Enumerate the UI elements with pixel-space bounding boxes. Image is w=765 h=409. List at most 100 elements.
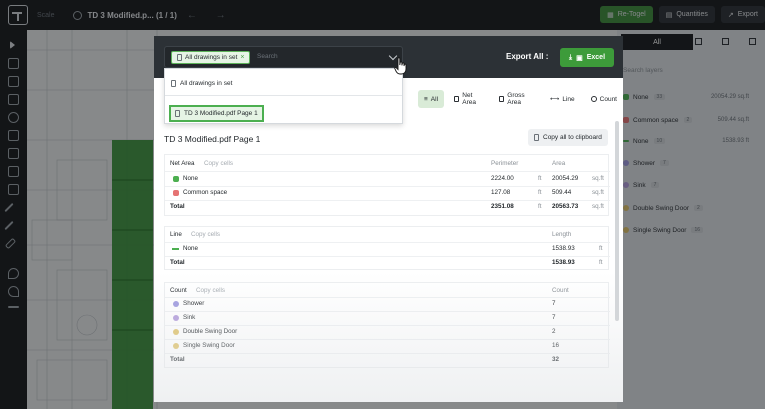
table-header: Count Copy cells Count bbox=[165, 284, 610, 298]
row-perimeter: 127.08 bbox=[491, 189, 511, 196]
row-count: 7 bbox=[552, 314, 556, 321]
row-length: 1538.93 bbox=[552, 245, 575, 252]
row-count: 16 bbox=[552, 342, 560, 349]
net-area-icon bbox=[454, 96, 460, 102]
table-row: Double Swing Door 2 bbox=[165, 325, 610, 339]
total-row: Total 2351.08 ft 20563.73 sq.ft bbox=[165, 200, 610, 214]
menu-item-label: All drawings in set bbox=[180, 79, 233, 87]
document-icon bbox=[171, 79, 176, 87]
row-name: None bbox=[183, 245, 199, 252]
row-area: 20054.29 bbox=[552, 175, 579, 182]
row-name: Double Swing Door bbox=[183, 328, 238, 335]
excel-label: Excel bbox=[586, 54, 606, 61]
row-color-swatch bbox=[173, 343, 179, 349]
column-header-area: Area bbox=[552, 160, 566, 167]
filter-all-button[interactable]: ≡ All bbox=[418, 90, 445, 108]
row-name: None bbox=[183, 175, 199, 182]
copy-cells-button[interactable]: Copy cells bbox=[196, 287, 225, 294]
total-row: Total 32 bbox=[165, 353, 610, 367]
page-title: TD 3 Modified.pdf Page 1 bbox=[164, 134, 261, 144]
copy-all-label: Copy all to clipboard bbox=[543, 134, 602, 141]
count-icon bbox=[590, 96, 597, 102]
filter-gross-area-button[interactable]: Gross Area bbox=[493, 90, 540, 108]
filter-label: Gross Area bbox=[507, 92, 525, 106]
total-perimeter: 2351.08 bbox=[491, 203, 514, 210]
filter-label: Net Area bbox=[462, 92, 477, 106]
row-name: Single Swing Door bbox=[183, 342, 235, 349]
total-perimeter-unit: ft bbox=[538, 203, 542, 210]
row-count: 7 bbox=[552, 300, 556, 307]
table-header: Line Copy cells Length bbox=[165, 228, 610, 242]
row-count: 2 bbox=[552, 328, 556, 335]
row-area: 509.44 bbox=[552, 189, 572, 196]
filter-line-button[interactable]: ⟷ Line bbox=[544, 90, 581, 108]
total-label: Total bbox=[170, 203, 185, 210]
document-icon bbox=[175, 110, 180, 117]
total-label: Total bbox=[170, 356, 185, 363]
menu-divider bbox=[165, 95, 402, 96]
type-filter-bar: ≡ All Net Area Gross Area ⟷ Line Count bbox=[418, 90, 623, 108]
row-line-swatch bbox=[172, 248, 179, 250]
section-title: Count bbox=[170, 287, 187, 294]
count-section: Count Copy cells Count Shower 7 Sink 7 D… bbox=[164, 282, 610, 368]
section-title: Line bbox=[170, 231, 182, 238]
drawing-select-dropdown[interactable]: All drawings in set × Search bbox=[164, 46, 403, 68]
column-header-count: Count bbox=[552, 287, 569, 294]
selected-chip: All drawings in set × bbox=[171, 51, 251, 64]
row-color-swatch bbox=[173, 329, 179, 335]
column-header-perimeter: Perimeter bbox=[491, 160, 519, 167]
filter-label: Line bbox=[562, 95, 575, 103]
total-area-unit: sq.ft bbox=[592, 203, 604, 210]
row-length-unit: ft bbox=[599, 245, 603, 252]
gross-area-icon bbox=[498, 96, 505, 102]
net-area-section: Net Area Copy cells Perimeter Area None … bbox=[164, 154, 610, 216]
line-icon: ⟷ bbox=[550, 96, 560, 103]
chip-remove-icon[interactable]: × bbox=[240, 54, 244, 61]
table-row: Common space 127.08 ft 509.44 sq.ft bbox=[165, 186, 610, 200]
list-icon: ≡ bbox=[424, 95, 428, 103]
total-row: Total 1538.93 ft bbox=[165, 256, 610, 270]
export-all-label: Export All : bbox=[506, 52, 549, 61]
copy-cells-button[interactable]: Copy cells bbox=[204, 160, 233, 167]
clipboard-icon bbox=[534, 134, 539, 141]
menu-item-page-1[interactable]: TD 3 Modified.pdf Page 1 bbox=[169, 105, 264, 122]
chip-label: All drawings in set bbox=[185, 54, 238, 61]
filter-count-button[interactable]: Count bbox=[585, 90, 623, 108]
dropdown-search-input[interactable]: Search bbox=[257, 53, 278, 60]
excel-export-button[interactable]: ⤓ ▣ Excel bbox=[560, 48, 614, 67]
menu-item-label: TD 3 Modified.pdf Page 1 bbox=[184, 110, 258, 117]
column-header-length: Length bbox=[552, 231, 572, 238]
row-color-swatch bbox=[173, 301, 179, 307]
row-color-swatch bbox=[173, 190, 179, 196]
row-color-swatch bbox=[173, 315, 179, 321]
copy-all-button[interactable]: Copy all to clipboard bbox=[528, 129, 608, 146]
table-row: Sink 7 bbox=[165, 311, 610, 325]
table-row: None 2224.00 ft 20054.29 sq.ft bbox=[165, 172, 610, 186]
filter-net-area-button[interactable]: Net Area bbox=[448, 90, 489, 108]
row-perimeter-unit: ft bbox=[538, 189, 542, 196]
excel-icon: ▣ bbox=[576, 54, 583, 62]
export-modal: All drawings in set × Search Export All … bbox=[154, 36, 623, 402]
menu-item-all-drawings[interactable]: All drawings in set bbox=[171, 76, 232, 90]
line-section: Line Copy cells Length None 1538.93 ft T… bbox=[164, 226, 610, 270]
row-perimeter-unit: ft bbox=[538, 175, 542, 182]
filter-label: Count bbox=[599, 95, 617, 103]
copy-cells-button[interactable]: Copy cells bbox=[191, 231, 220, 238]
table-row: Shower 7 bbox=[165, 297, 610, 311]
table-row: Single Swing Door 16 bbox=[165, 339, 610, 353]
row-area-unit: sq.ft bbox=[592, 189, 604, 196]
row-name: Sink bbox=[183, 314, 196, 321]
filter-label: All bbox=[430, 95, 439, 103]
total-area: 20563.73 bbox=[552, 203, 579, 210]
row-name: Common space bbox=[183, 189, 228, 196]
dropdown-menu: All drawings in set TD 3 Modified.pdf Pa… bbox=[164, 68, 403, 124]
total-length-unit: ft bbox=[599, 259, 603, 266]
document-icon bbox=[177, 54, 182, 61]
modal-scrollbar[interactable] bbox=[615, 121, 619, 321]
table-row: None 1538.93 ft bbox=[165, 242, 610, 256]
app-window: Scale TD 3 Modified.p... (1 / 1) ← → ▦ R… bbox=[0, 0, 765, 409]
row-area-unit: sq.ft bbox=[592, 175, 604, 182]
total-length: 1538.93 bbox=[552, 259, 575, 266]
total-label: Total bbox=[170, 259, 185, 266]
total-count: 32 bbox=[552, 356, 560, 363]
